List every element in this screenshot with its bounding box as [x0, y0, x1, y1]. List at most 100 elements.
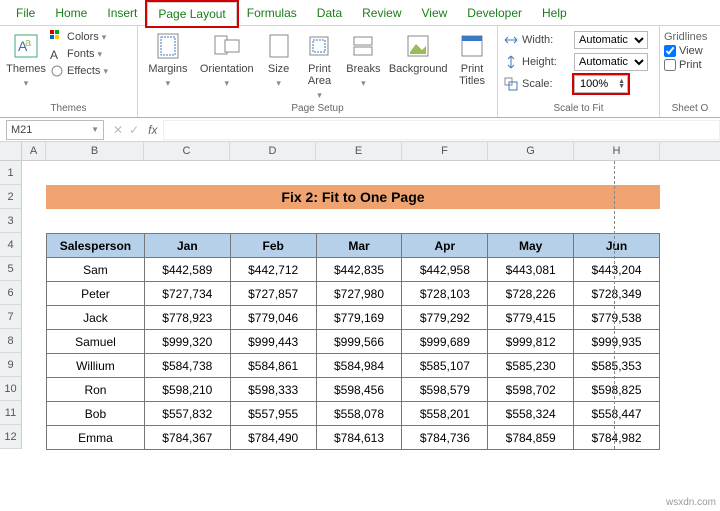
formula-input[interactable]	[163, 120, 720, 140]
cell[interactable]: $999,689	[402, 330, 488, 354]
cell[interactable]: $585,353	[574, 354, 660, 378]
cell[interactable]: $784,613	[316, 426, 402, 450]
row-header[interactable]: 4	[0, 233, 21, 257]
cell[interactable]: $598,210	[144, 378, 230, 402]
cell[interactable]: $779,046	[230, 306, 316, 330]
size-button[interactable]: Size▾	[260, 29, 298, 89]
cell[interactable]: Ron	[47, 378, 145, 402]
column-header[interactable]: C	[144, 142, 230, 160]
cell[interactable]: $784,859	[488, 426, 574, 450]
tab-help[interactable]: Help	[532, 2, 577, 24]
cell[interactable]: $999,935	[574, 330, 660, 354]
name-box[interactable]: M21 ▼	[6, 120, 104, 140]
row-header[interactable]: 11	[0, 401, 21, 425]
column-header[interactable]: D	[230, 142, 316, 160]
column-header[interactable]: F	[402, 142, 488, 160]
tab-home[interactable]: Home	[45, 2, 97, 24]
table-header[interactable]: Apr	[402, 234, 488, 258]
cell[interactable]: $598,456	[316, 378, 402, 402]
cell[interactable]: $558,447	[574, 402, 660, 426]
cell[interactable]: $784,982	[574, 426, 660, 450]
row-header[interactable]: 1	[0, 161, 21, 185]
orientation-button[interactable]: Orientation▾	[196, 29, 258, 89]
cell[interactable]: $442,835	[316, 258, 402, 282]
tab-insert[interactable]: Insert	[97, 2, 147, 24]
print-titles-button[interactable]: Print Titles	[451, 29, 493, 87]
cell[interactable]: Peter	[47, 282, 145, 306]
column-header[interactable]: A	[22, 142, 46, 160]
cell[interactable]: $557,832	[144, 402, 230, 426]
cell[interactable]: $598,579	[402, 378, 488, 402]
table-header[interactable]: Jan	[144, 234, 230, 258]
cell[interactable]: $727,980	[316, 282, 402, 306]
cell[interactable]: $779,292	[402, 306, 488, 330]
row-header[interactable]: 2	[0, 185, 21, 209]
fx-cancel-icon[interactable]: ✕	[110, 123, 126, 137]
cell[interactable]: $779,169	[316, 306, 402, 330]
row-header[interactable]: 6	[0, 281, 21, 305]
cell[interactable]: $598,333	[230, 378, 316, 402]
tab-data[interactable]: Data	[307, 2, 352, 24]
cell[interactable]: $779,415	[488, 306, 574, 330]
row-header[interactable]: 10	[0, 377, 21, 401]
cell[interactable]: Samuel	[47, 330, 145, 354]
table-header[interactable]: Mar	[316, 234, 402, 258]
cell[interactable]: Jack	[47, 306, 145, 330]
tab-formulas[interactable]: Formulas	[237, 2, 307, 24]
cell[interactable]: $784,490	[230, 426, 316, 450]
gridlines-view-checkbox[interactable]: View	[664, 45, 707, 57]
tab-developer[interactable]: Developer	[457, 2, 532, 24]
cell[interactable]: $443,204	[574, 258, 660, 282]
cell[interactable]: $727,734	[144, 282, 230, 306]
width-select[interactable]: Automatic	[574, 31, 648, 49]
fonts-button[interactable]: A Fonts▾	[50, 46, 108, 62]
cell[interactable]: $558,324	[488, 402, 574, 426]
table-header[interactable]: May	[488, 234, 574, 258]
row-header[interactable]: 3	[0, 209, 21, 233]
cell[interactable]: $784,367	[144, 426, 230, 450]
fx-enter-icon[interactable]: ✓	[126, 123, 142, 137]
cell[interactable]: $584,738	[144, 354, 230, 378]
cell[interactable]: $585,230	[488, 354, 574, 378]
tab-file[interactable]: File	[6, 2, 45, 24]
background-button[interactable]: Background	[387, 29, 449, 75]
cell[interactable]: $598,702	[488, 378, 574, 402]
cell[interactable]: $778,923	[144, 306, 230, 330]
cell[interactable]: $584,984	[316, 354, 402, 378]
gridlines-print-checkbox[interactable]: Print	[664, 59, 707, 71]
cell[interactable]: $784,736	[402, 426, 488, 450]
cell[interactable]: $999,320	[144, 330, 230, 354]
select-all-corner[interactable]	[0, 142, 22, 160]
cell[interactable]: $585,107	[402, 354, 488, 378]
cell[interactable]: $442,958	[402, 258, 488, 282]
print-area-button[interactable]: Print Area▾	[300, 29, 340, 101]
cell[interactable]: $999,812	[488, 330, 574, 354]
margins-button[interactable]: Margins▾	[142, 29, 194, 89]
cell[interactable]: Bob	[47, 402, 145, 426]
spinner-buttons[interactable]: ▲▼	[618, 79, 625, 89]
cell[interactable]: $598,825	[574, 378, 660, 402]
cell[interactable]: Willium	[47, 354, 145, 378]
row-header[interactable]: 5	[0, 257, 21, 281]
cell[interactable]: $558,201	[402, 402, 488, 426]
column-header[interactable]: H	[574, 142, 660, 160]
row-header[interactable]: 12	[0, 425, 21, 449]
cell[interactable]: $999,566	[316, 330, 402, 354]
cell[interactable]: $443,081	[488, 258, 574, 282]
column-header[interactable]: E	[316, 142, 402, 160]
cell[interactable]: $584,861	[230, 354, 316, 378]
column-header[interactable]: G	[488, 142, 574, 160]
cell[interactable]: $442,712	[230, 258, 316, 282]
breaks-button[interactable]: Breaks▾	[341, 29, 385, 89]
cell[interactable]: $557,955	[230, 402, 316, 426]
row-header[interactable]: 7	[0, 305, 21, 329]
table-header[interactable]: Jun	[574, 234, 660, 258]
cell[interactable]: $558,078	[316, 402, 402, 426]
table-header[interactable]: Feb	[230, 234, 316, 258]
table-header[interactable]: Salesperson	[47, 234, 145, 258]
cell[interactable]: $728,103	[402, 282, 488, 306]
tab-review[interactable]: Review	[352, 2, 411, 24]
title-banner[interactable]: Fix 2: Fit to One Page	[46, 185, 660, 209]
column-header[interactable]: B	[46, 142, 144, 160]
cell[interactable]: $779,538	[574, 306, 660, 330]
